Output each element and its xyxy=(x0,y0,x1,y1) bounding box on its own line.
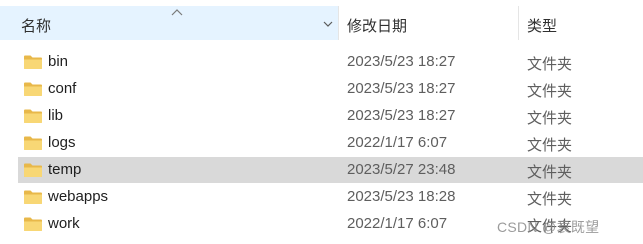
file-type: 文件夹 xyxy=(527,56,573,73)
column-header-type[interactable]: 类型 xyxy=(527,15,557,36)
file-date: 2023/5/23 18:27 xyxy=(347,107,456,124)
file-type: 文件夹 xyxy=(527,164,573,181)
folder-icon xyxy=(24,82,42,96)
file-name: work xyxy=(48,215,80,232)
folder-icon xyxy=(24,55,42,69)
folder-icon xyxy=(24,136,42,150)
file-row-selected[interactable]: temp 2023/5/27 23:48 文件夹 xyxy=(18,157,643,183)
column-divider[interactable] xyxy=(518,6,519,40)
file-row[interactable]: conf 2023/5/23 18:27 文件夹 xyxy=(0,76,643,102)
chevron-down-icon[interactable] xyxy=(322,18,334,30)
file-type: 文件夹 xyxy=(527,137,573,154)
folder-icon xyxy=(24,217,42,231)
folder-icon xyxy=(24,163,42,177)
file-date: 2023/5/23 18:27 xyxy=(347,80,456,97)
file-type: 文件夹 xyxy=(527,110,573,127)
file-type: 文件夹 xyxy=(527,83,573,100)
file-row[interactable]: bin 2023/5/23 18:27 文件夹 xyxy=(0,49,643,75)
file-date: 2023/5/23 18:28 xyxy=(347,188,456,205)
file-row[interactable]: webapps 2023/5/23 18:28 文件夹 xyxy=(0,184,643,210)
sort-ascending-icon xyxy=(171,9,183,16)
watermark: CSDN @袁既望 xyxy=(497,219,600,235)
column-header-date[interactable]: 修改日期 xyxy=(347,15,407,36)
column-header-name[interactable]: 名称 xyxy=(0,6,338,40)
folder-icon xyxy=(24,190,42,204)
column-header-bar: 名称 修改日期 类型 xyxy=(0,0,643,44)
file-date: 2023/5/27 23:48 xyxy=(347,161,456,178)
file-name: bin xyxy=(48,53,69,70)
file-row[interactable]: logs 2022/1/17 6:07 文件夹 xyxy=(0,130,643,156)
file-row[interactable]: lib 2023/5/23 18:27 文件夹 xyxy=(0,103,643,129)
file-date: 2023/5/23 18:27 xyxy=(347,53,456,70)
file-name: temp xyxy=(48,161,82,178)
column-header-name-label: 名称 xyxy=(21,18,52,35)
folder-icon xyxy=(24,109,42,123)
file-name: webapps xyxy=(48,188,109,205)
column-divider[interactable] xyxy=(338,6,339,40)
file-type: 文件夹 xyxy=(527,191,573,208)
file-name: logs xyxy=(48,134,76,151)
file-date: 2022/1/17 6:07 xyxy=(347,134,448,151)
file-name: lib xyxy=(48,107,64,124)
file-date: 2022/1/17 6:07 xyxy=(347,215,448,232)
file-name: conf xyxy=(48,80,77,97)
